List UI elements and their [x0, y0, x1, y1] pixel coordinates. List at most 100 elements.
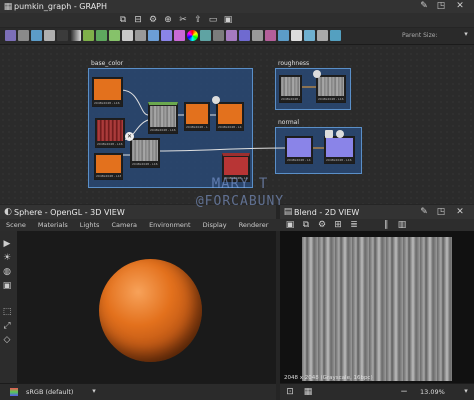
curve-icon[interactable]	[109, 30, 120, 41]
colorspace-icon	[10, 388, 18, 396]
menu-materials[interactable]: Materials	[38, 221, 68, 229]
center-icon[interactable]: ⊕	[162, 15, 174, 25]
blend-icon[interactable]	[83, 30, 94, 41]
view3d-footer: sRGB (default) ▾	[0, 383, 276, 400]
pixel-processor-icon[interactable]	[44, 30, 55, 41]
node-base-output[interactable]: 2048x2048 - L16	[216, 102, 244, 131]
pin-icon[interactable]: ✎	[418, 207, 430, 217]
node-thumbnail	[150, 106, 176, 127]
channels-icon[interactable]: ∥	[380, 220, 392, 230]
input-icon[interactable]	[252, 30, 263, 41]
node-normal-input[interactable]: 2048x2048 - L16	[285, 136, 313, 164]
node-orange-small[interactable]: 2048x2048 - L16	[94, 153, 123, 180]
alpha-icon[interactable]: ▥	[396, 220, 408, 230]
switch-icon[interactable]	[317, 30, 328, 41]
node-thumbnail	[94, 79, 121, 100]
vector-icon[interactable]	[31, 30, 42, 41]
node-wood-red[interactable]: 2048x2048 - L16	[95, 118, 125, 148]
close-icon[interactable]: ✕	[454, 1, 466, 11]
select-tool-icon[interactable]: ⬚	[0, 307, 14, 319]
levels-icon[interactable]	[96, 30, 107, 41]
maximize-icon[interactable]: ◳	[435, 207, 447, 217]
view2d-title: Blend - 2D VIEW	[294, 207, 360, 217]
hsl-icon[interactable]	[174, 30, 185, 41]
histogram-icon[interactable]: ≣	[348, 220, 360, 230]
wood-texture-preview	[302, 237, 452, 381]
pin-node-icon[interactable]	[304, 30, 315, 41]
save-icon[interactable]: ▣	[284, 220, 296, 230]
menu-display[interactable]: Display	[203, 221, 227, 229]
cube-icon[interactable]: ◇	[0, 335, 14, 347]
zoom-out-icon[interactable]: −	[398, 387, 410, 397]
watermark-line1: MARY T	[211, 176, 269, 192]
node-size-label: 2048x2048 - L16	[186, 125, 208, 129]
menu-camera[interactable]: Camera	[111, 221, 137, 229]
normal-icon[interactable]	[161, 30, 172, 41]
function-icon[interactable]	[265, 30, 276, 41]
display-icon[interactable]: ▣	[0, 281, 14, 293]
environment-icon[interactable]: ◍	[0, 267, 14, 279]
copy-icon[interactable]: ⧉	[300, 220, 312, 230]
menu-environment[interactable]: Environment	[149, 221, 191, 229]
node-thumbnail	[318, 77, 344, 96]
view3d-viewport[interactable]	[17, 231, 276, 383]
align-icon[interactable]: ⊟	[132, 15, 144, 25]
settings-icon[interactable]: ⚙	[316, 220, 328, 230]
comment-icon[interactable]	[291, 30, 302, 41]
gradient-icon[interactable]	[70, 30, 81, 41]
chevron-down-icon[interactable]: ▾	[88, 387, 100, 395]
text-icon[interactable]	[148, 30, 159, 41]
menu-renderer[interactable]: Renderer	[239, 221, 269, 229]
node-thumbnail	[218, 104, 242, 124]
zoom-chevron-icon[interactable]: ▾	[460, 387, 472, 395]
node-size-label: 2048x2048 - L16	[287, 158, 311, 162]
warp-icon[interactable]	[200, 30, 211, 41]
pumpkin-sphere	[99, 259, 202, 362]
graph-new-icon[interactable]	[5, 30, 16, 41]
maximize-icon[interactable]: ◳	[435, 1, 447, 11]
tile-icon[interactable]: ⊞	[332, 220, 344, 230]
node-view-icon[interactable]: ⧉	[117, 15, 129, 25]
grid-icon[interactable]: ▦	[302, 387, 314, 397]
menu-lights[interactable]: Lights	[80, 221, 100, 229]
view2d-viewport[interactable]: 2048 x 2048 (Grayscale, 16bpc)	[280, 231, 474, 383]
transform-icon[interactable]	[135, 30, 146, 41]
view3d-title: Sphere - OpenGL - 3D VIEW	[14, 207, 125, 217]
fit-icon[interactable]: ⊡	[284, 387, 296, 397]
node-roughness-input[interactable]: 2048x2048 - L16	[279, 75, 302, 103]
fx-map-icon[interactable]	[57, 30, 68, 41]
export-icon[interactable]: ⇪	[192, 15, 204, 25]
dot-icon[interactable]	[330, 30, 341, 41]
chevron-down-icon[interactable]: ▾	[460, 30, 472, 38]
preview-icon	[325, 130, 333, 138]
view3d-sidebar: ▶ ☀ ◍ ▣ ⬚ ⤢ ◇	[0, 231, 17, 383]
colorspace-select[interactable]: sRGB (default)	[26, 388, 73, 396]
menu-scene[interactable]: Scene	[6, 221, 26, 229]
settings-icon[interactable]: ⚙	[147, 15, 159, 25]
uniform-color-icon[interactable]	[122, 30, 133, 41]
snapshot-icon[interactable]: ▣	[222, 15, 234, 25]
node-wood-gray[interactable]: 2048x2048 - L16	[130, 138, 160, 168]
frame-icon[interactable]: ▭	[207, 15, 219, 25]
camera-icon[interactable]: ▶	[0, 239, 14, 251]
light-icon[interactable]: ☀	[0, 253, 14, 265]
color-wheel-icon[interactable]	[187, 30, 198, 41]
sharpen-icon[interactable]	[226, 30, 237, 41]
node-blend-green[interactable]: 2048x2048 - L16	[148, 102, 178, 134]
output-icon[interactable]	[239, 30, 250, 41]
tools-icon[interactable]: ✂	[177, 15, 189, 25]
node-base-orange[interactable]: 2048x2048 - L16	[92, 77, 123, 107]
bitmap-icon[interactable]	[18, 30, 29, 41]
node-thumbnail	[224, 157, 248, 175]
transform-tool-icon[interactable]: ⤢	[0, 321, 14, 333]
node-roughness-output[interactable]: 2048x2048 - L16	[316, 75, 346, 103]
close-circle-icon[interactable]: ✕	[125, 132, 134, 141]
pin-icon[interactable]: ✎	[418, 1, 430, 11]
node-orange-mid[interactable]: 2048x2048 - L16	[184, 102, 210, 131]
zoom-value[interactable]: 13.09%	[420, 388, 445, 396]
output-icon	[336, 130, 344, 138]
blur-icon[interactable]	[213, 30, 224, 41]
value-icon[interactable]	[278, 30, 289, 41]
node-normal-output[interactable]: 2048x2048 - L16	[324, 136, 355, 164]
close-icon[interactable]: ✕	[454, 207, 466, 217]
